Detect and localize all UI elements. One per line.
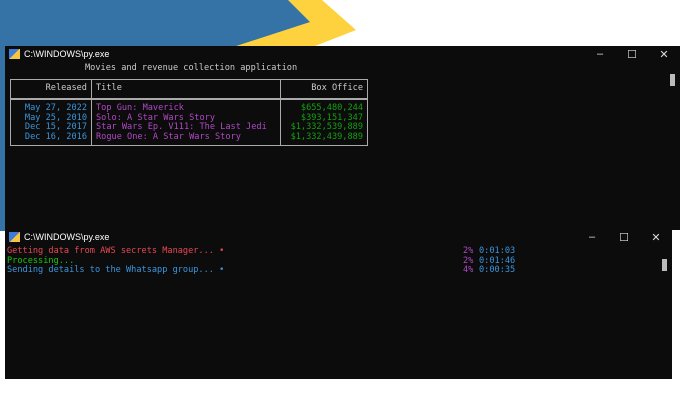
scrollbar-thumb[interactable] (670, 74, 675, 86)
movies-table: Released Title Box Office May 27, 2022 To… (10, 79, 368, 147)
app-heading: Movies and revenue collection applicatio… (85, 63, 298, 73)
col-box-office: Box Office (280, 79, 368, 100)
close-button[interactable]: ✕ (640, 231, 672, 244)
col-title: Title (91, 79, 281, 100)
maximize-button[interactable]: ☐ (608, 231, 640, 244)
released-cell: Dec 16, 2016 (10, 132, 92, 146)
released-cell: May 27, 2022 (10, 99, 92, 114)
maximize-button[interactable]: ☐ (616, 48, 648, 61)
minimize-button[interactable]: – (584, 48, 616, 60)
title-cell: Top Gun: Maverick (91, 99, 281, 114)
console-window-progress[interactable]: C:\WINDOWS\py.exe – ☐ ✕ Getting data fro… (5, 229, 672, 379)
box-office-cell: $655,480,244 (280, 99, 368, 114)
python-icon (9, 49, 20, 59)
window-title: C:\WINDOWS\py.exe (24, 49, 110, 59)
title-bar[interactable]: C:\WINDOWS\py.exe – ☐ ✕ (5, 229, 672, 245)
box-office-cell: $1,332,439,889 (280, 132, 368, 146)
table-row: May 27, 2022 Top Gun: Maverick $655,480,24… (10, 99, 368, 114)
title-cell: Rogue One: A Star Wars Story (91, 132, 281, 146)
python-icon (9, 232, 20, 242)
title-bar[interactable]: C:\WINDOWS\py.exe – ☐ ✕ (5, 46, 680, 62)
window-title: C:\WINDOWS\py.exe (24, 232, 110, 242)
status-line-whatsapp: Sending details to the Whatsapp group...… (7, 265, 225, 276)
console-window-movies[interactable]: C:\WINDOWS\py.exe – ☐ ✕ Movies and reven… (5, 46, 680, 230)
scrollbar-thumb[interactable] (662, 259, 667, 271)
elapsed-time: 0:00:35 (479, 265, 516, 276)
table-row: Dec 16, 2016 Rogue One: A Star Wars Story… (10, 132, 368, 146)
progress-percent: 4% (463, 265, 474, 276)
close-button[interactable]: ✕ (648, 48, 680, 61)
minimize-button[interactable]: – (576, 231, 608, 243)
col-released: Released (10, 79, 92, 100)
